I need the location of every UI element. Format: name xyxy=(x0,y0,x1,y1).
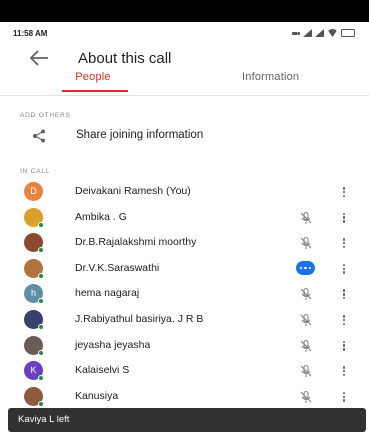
back-arrow-icon[interactable] xyxy=(28,48,50,68)
more-options-icon[interactable] xyxy=(341,339,347,353)
share-icon xyxy=(33,129,45,143)
avatar: D xyxy=(24,182,43,201)
more-options-icon[interactable] xyxy=(341,262,347,276)
participant-name: Kanusiya xyxy=(75,389,119,402)
online-status-icon xyxy=(38,247,44,254)
avatar xyxy=(24,233,44,254)
active-tab-indicator xyxy=(62,90,128,92)
participant-row[interactable]: h hema nagaraj xyxy=(0,282,369,306)
participant-name: J.Rabiyathul basiriya. J R B xyxy=(75,313,204,325)
more-options-icon[interactable] xyxy=(341,236,347,250)
participant-name: Ambika . G xyxy=(75,210,127,223)
more-options-icon[interactable] xyxy=(341,287,347,301)
tab-bar: People Information xyxy=(0,67,369,92)
participant-row[interactable]: Dr.V.K.Saraswathi xyxy=(0,257,369,281)
tab-information[interactable]: Information xyxy=(184,67,369,91)
mic-off-icon xyxy=(300,365,312,378)
mic-off-icon xyxy=(300,339,312,352)
more-options-icon[interactable] xyxy=(341,390,347,404)
status-time: 11:58 AM xyxy=(13,29,48,38)
online-status-icon xyxy=(38,349,44,356)
avatar: K xyxy=(24,361,44,382)
online-status-icon xyxy=(38,375,44,382)
signal-icon-2 xyxy=(315,29,324,37)
participant-name: Dr.V.K.Saraswathi xyxy=(75,261,160,274)
participant-name: Kalaiselvi S xyxy=(75,364,130,377)
share-joining-info-button[interactable]: Share joining information xyxy=(0,122,369,150)
avatar xyxy=(24,386,44,407)
avatar: h xyxy=(24,284,44,305)
participant-name: jeyasha jeyasha xyxy=(75,338,151,351)
participant-row[interactable]: jeyasha jeyasha xyxy=(0,334,369,358)
more-options-icon[interactable] xyxy=(341,364,347,378)
in-call-heading: IN CALL xyxy=(20,168,51,175)
more-options-icon[interactable] xyxy=(341,313,347,327)
mic-off-icon xyxy=(300,237,312,250)
online-status-icon xyxy=(38,400,44,407)
tab-people-label: People xyxy=(75,71,111,83)
status-bar: 11:58 AM xyxy=(0,22,369,42)
online-status-icon xyxy=(38,298,44,305)
more-options-icon[interactable] xyxy=(341,185,347,199)
participant-row[interactable]: Kanusiya xyxy=(0,385,369,409)
tab-people[interactable]: People xyxy=(0,67,184,92)
add-others-heading: ADD OTHERS xyxy=(20,112,71,119)
more-notifications-icon xyxy=(292,31,300,35)
mic-off-icon xyxy=(300,313,312,326)
online-status-icon xyxy=(38,272,44,279)
tab-information-label: Information xyxy=(242,71,300,83)
avatar xyxy=(24,335,44,356)
mic-off-icon xyxy=(300,288,312,301)
snackbar-message: Kaviya L left xyxy=(18,414,70,425)
participant-name: hema nagaraj xyxy=(75,287,140,300)
battery-icon xyxy=(341,29,355,37)
participant-row[interactable]: Dr.B.Rajalakshmi moorthy xyxy=(0,231,369,255)
avatar xyxy=(24,310,44,330)
participant-row[interactable]: D Deivakani Ramesh (You) xyxy=(0,180,369,204)
more-options-icon[interactable] xyxy=(341,211,347,225)
participant-row[interactable]: K Kalaiselvi S xyxy=(0,359,369,383)
participant-name: Dr.B.Rajalakshmi moorthy xyxy=(75,236,197,249)
header-divider xyxy=(0,95,369,96)
status-icons xyxy=(292,28,355,38)
share-label: Share joining information xyxy=(76,129,204,141)
participant-row[interactable]: J.Rabiyathul basiriya. J R B xyxy=(0,308,369,332)
speaking-icon xyxy=(296,260,315,275)
online-status-icon xyxy=(38,324,44,330)
page-title: About this call xyxy=(78,50,172,67)
wifi-icon xyxy=(327,29,338,37)
mic-off-icon xyxy=(300,211,312,224)
participant-row[interactable]: Ambika . G xyxy=(0,206,369,230)
top-black-bar xyxy=(0,0,369,22)
signal-icon xyxy=(303,29,312,37)
snackbar: Kaviya L left xyxy=(8,408,366,432)
avatar xyxy=(24,207,44,228)
mic-off-icon xyxy=(300,390,312,403)
participant-name: Deivakani Ramesh (You) xyxy=(75,185,191,197)
online-status-icon xyxy=(38,221,44,228)
avatar xyxy=(24,258,44,279)
